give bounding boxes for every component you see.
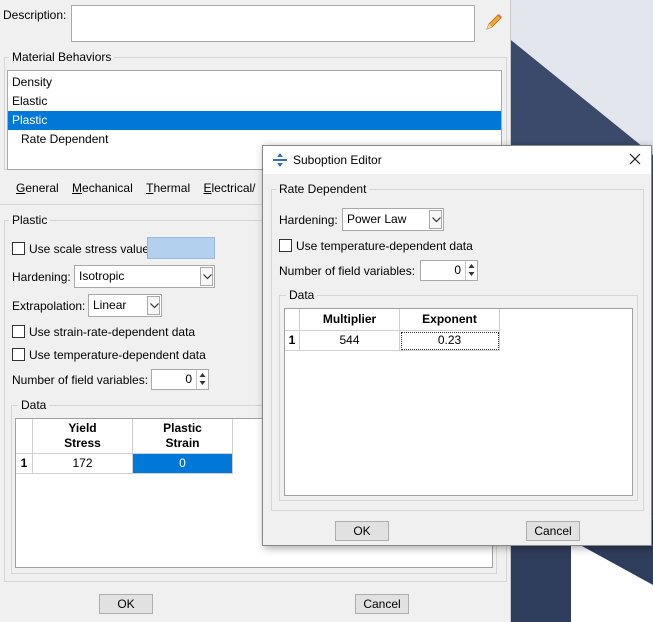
extrapolation-dropdown-arrow[interactable] xyxy=(147,296,160,315)
temp-dependent-label: Use temperature-dependent data xyxy=(29,348,206,362)
cell-multiplier[interactable]: 544 xyxy=(300,331,400,351)
spin-down-icon[interactable] xyxy=(466,270,477,279)
scale-stress-input xyxy=(147,237,215,259)
sub-temp-dependent-label: Use temperature-dependent data xyxy=(296,239,473,253)
behavior-menu-bar: General Mechanical Thermal Electrical/ xyxy=(16,181,256,195)
sub-hardening-select[interactable]: Power Law xyxy=(342,208,444,231)
rate-data-table[interactable]: Multiplier Exponent 1 544 0.23 xyxy=(284,308,633,496)
behavior-item-elastic[interactable]: Elastic xyxy=(8,92,501,111)
column-header-plastic-strain: Plastic Strain xyxy=(133,419,233,454)
table-corner xyxy=(285,309,300,331)
table-corner xyxy=(16,419,33,454)
suboption-title: Suboption Editor xyxy=(293,153,382,167)
strain-rate-checkbox[interactable] xyxy=(12,325,25,338)
sub-hardening-label: Hardening: xyxy=(279,213,338,227)
spin-down-icon[interactable] xyxy=(197,379,208,388)
column-header-multiplier: Multiplier xyxy=(300,309,400,331)
use-scale-stress-label: Use scale stress value: xyxy=(29,242,153,256)
sub-ok-button[interactable]: OK xyxy=(335,521,389,541)
description-label: Description: xyxy=(3,8,67,22)
sub-field-variables-value: 0 xyxy=(454,263,461,277)
extrapolation-label: Extrapolation: xyxy=(12,299,86,313)
menu-thermal[interactable]: Thermal xyxy=(146,181,190,195)
row-header-1: 1 xyxy=(16,454,33,474)
material-behaviors-title: Material Behaviors xyxy=(9,50,115,64)
sub-cancel-button[interactable]: Cancel xyxy=(526,521,580,541)
sub-hardening-value: Power Law xyxy=(347,212,407,226)
sub-field-variables-label: Number of field variables: xyxy=(279,264,416,278)
app-logo-icon xyxy=(272,152,288,171)
cancel-button[interactable]: Cancel xyxy=(355,594,409,614)
row-header-1: 1 xyxy=(285,331,300,351)
menu-electrical[interactable]: Electrical/ xyxy=(203,181,255,195)
field-variables-spinner[interactable]: 0 xyxy=(151,369,209,390)
behavior-item-density[interactable]: Density xyxy=(8,73,501,92)
menu-mechanical[interactable]: Mechanical xyxy=(72,181,133,195)
extrapolation-select[interactable]: Linear xyxy=(88,294,162,317)
plastic-title: Plastic xyxy=(9,213,51,227)
cell-yield-stress[interactable]: 172 xyxy=(33,454,133,474)
hardening-dropdown-arrow[interactable] xyxy=(200,267,213,286)
column-header-exponent: Exponent xyxy=(400,309,500,331)
menu-general[interactable]: General xyxy=(16,181,59,195)
sub-hardening-dropdown-arrow[interactable] xyxy=(429,210,442,229)
chevron-down-icon xyxy=(150,303,159,309)
sub-temp-dependent-checkbox[interactable] xyxy=(279,239,292,252)
data-title: Data xyxy=(18,398,50,412)
behavior-item-plastic[interactable]: Plastic xyxy=(8,111,501,130)
suboption-title-bar[interactable]: Suboption Editor xyxy=(263,146,651,174)
use-scale-stress-checkbox[interactable] xyxy=(12,242,25,255)
edit-pencil-icon[interactable] xyxy=(484,12,504,35)
column-header-yield-stress: Yield Stress xyxy=(33,419,133,454)
ok-button[interactable]: OK xyxy=(99,594,153,614)
field-variables-label: Number of field variables: xyxy=(12,373,149,387)
strain-rate-label: Use strain-rate-dependent data xyxy=(29,325,196,339)
sub-field-variables-spinner[interactable]: 0 xyxy=(420,260,478,281)
extrapolation-value: Linear xyxy=(93,298,127,312)
cell-plastic-strain[interactable]: 0 xyxy=(133,454,233,474)
close-icon[interactable] xyxy=(629,153,641,168)
temp-dependent-checkbox[interactable] xyxy=(12,348,25,361)
field-variables-value: 0 xyxy=(185,372,192,386)
sub-data-title: Data xyxy=(286,288,318,302)
spin-up-icon[interactable] xyxy=(197,370,208,379)
cell-exponent[interactable]: 0.23 xyxy=(400,331,500,351)
hardening-label: Hardening: xyxy=(12,270,71,284)
rate-dependent-title: Rate Dependent xyxy=(276,182,370,196)
chevron-down-icon xyxy=(203,274,212,280)
hardening-value: Isotropic xyxy=(79,269,125,283)
suboption-editor-dialog: Suboption Editor Rate Dependent Hardenin… xyxy=(262,145,652,546)
description-input[interactable] xyxy=(71,5,475,42)
hardening-select[interactable]: Isotropic xyxy=(74,265,215,288)
spin-up-icon[interactable] xyxy=(466,261,477,270)
chevron-down-icon xyxy=(432,217,441,223)
